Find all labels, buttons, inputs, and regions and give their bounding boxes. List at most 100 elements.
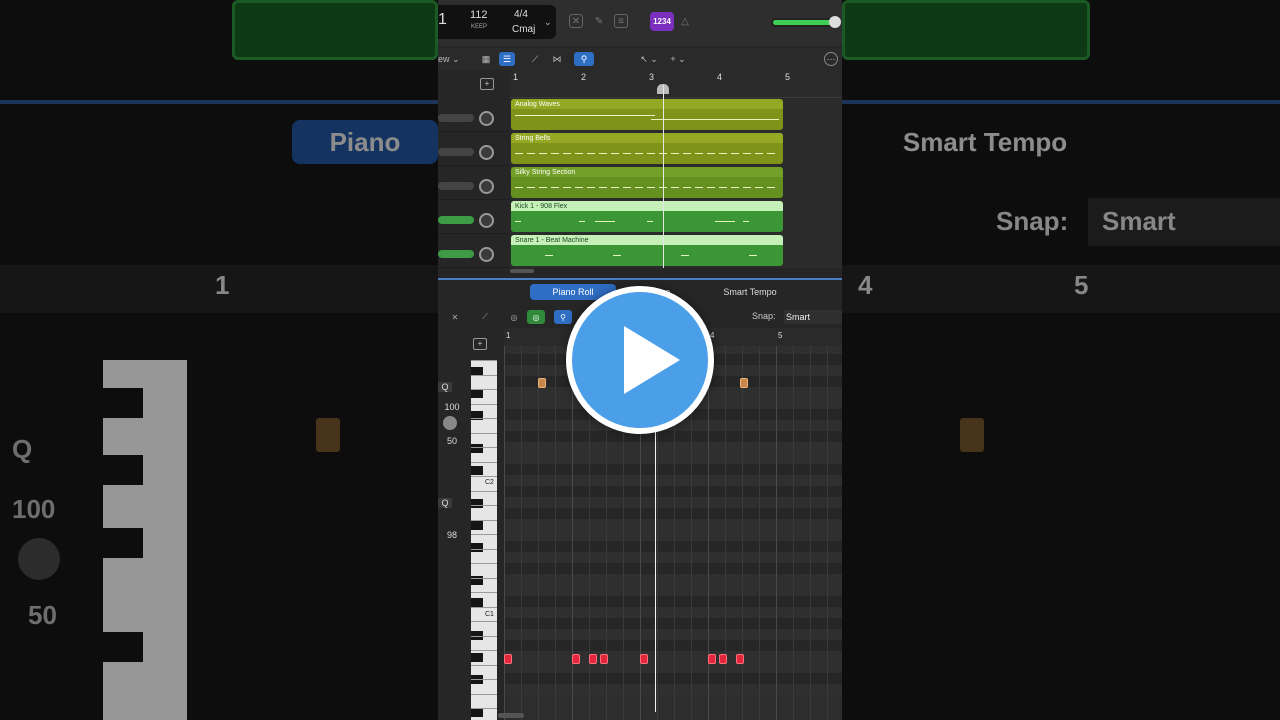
region-kick[interactable]: Kick 1 - 908 Flex: [511, 201, 783, 232]
region-string-bells[interactable]: String Bells: [511, 133, 783, 164]
smart-controls-icon[interactable]: ✕: [569, 14, 583, 28]
secondary-tool-icon[interactable]: + ⌄: [666, 52, 690, 66]
region-snare[interactable]: Snare 1 - Beat Machine: [511, 235, 783, 266]
pan-knob[interactable]: [479, 179, 494, 194]
editor-divider[interactable]: [438, 278, 842, 280]
midi-note[interactable]: [640, 654, 648, 664]
midi-out-icon[interactable]: ◎: [527, 310, 545, 324]
ruler-bar-4: 4: [717, 72, 723, 82]
master-volume-slider[interactable]: [771, 16, 841, 28]
tab-smart-tempo[interactable]: Smart Tempo: [710, 284, 790, 300]
pointer-tool-icon[interactable]: ↖ ⌄: [638, 52, 660, 66]
midi-note[interactable]: [708, 654, 716, 664]
collapse-icon[interactable]: ✕: [446, 310, 464, 324]
tracks-scrollbar[interactable]: [510, 269, 534, 273]
lcd-key: Cmaj: [512, 24, 536, 35]
midi-note[interactable]: [572, 654, 580, 664]
track-header[interactable]: [438, 98, 510, 132]
chevron-down-icon[interactable]: ⌄: [544, 17, 552, 28]
white-key-divider: [471, 664, 497, 666]
ruler-bar-5: 5: [785, 72, 791, 82]
midi-note[interactable]: [504, 654, 512, 664]
pan-knob[interactable]: [479, 247, 494, 262]
pan-knob[interactable]: [479, 145, 494, 160]
list-editor-icon[interactable]: ≡: [614, 14, 628, 28]
playhead[interactable]: [663, 85, 664, 268]
ruler-bar-1: 1: [513, 72, 519, 82]
volume-fader[interactable]: [438, 114, 474, 122]
region-hit: [613, 255, 621, 256]
midi-note[interactable]: [736, 654, 744, 664]
black-key[interactable]: [471, 521, 483, 530]
add-track-icon[interactable]: +: [480, 78, 494, 90]
region-label: Kick 1 - 908 Flex: [515, 203, 568, 210]
grid-view-icon[interactable]: ▦: [478, 52, 494, 66]
flex-icon[interactable]: ⋈: [549, 52, 565, 66]
count-in-button[interactable]: 1234: [650, 12, 674, 31]
slider-knob[interactable]: [829, 16, 841, 28]
lcd-position: 1: [438, 11, 447, 28]
midi-note[interactable]: [538, 378, 546, 388]
grid-beat-line: [538, 346, 539, 720]
metronome-icon[interactable]: △: [678, 14, 692, 28]
catch-playhead-icon[interactable]: ⚲: [574, 52, 594, 66]
black-key[interactable]: [471, 389, 483, 398]
automation-icon[interactable]: ⟋: [527, 52, 543, 66]
velocity-knob[interactable]: [443, 416, 457, 430]
view-menu-label: ew: [438, 54, 450, 64]
add-track-icon[interactable]: +: [473, 338, 487, 350]
snap-dropdown[interactable]: Smart: [784, 310, 842, 324]
region-silky-string-section[interactable]: Silky String Section: [511, 167, 783, 198]
key-label: C1: [485, 611, 494, 618]
view-menu[interactable]: ew ⌄: [438, 52, 468, 66]
region-label: Analog Waves: [515, 101, 560, 108]
volume-fader[interactable]: [438, 148, 474, 156]
pan-knob[interactable]: [479, 213, 494, 228]
midi-note[interactable]: [589, 654, 597, 664]
midi-note[interactable]: [740, 378, 748, 388]
grid-beat-line: [759, 346, 760, 720]
track-header[interactable]: [438, 234, 510, 268]
white-key-divider: [471, 476, 497, 477]
play-video-button[interactable]: [566, 286, 714, 434]
region-hit: [749, 255, 757, 256]
region-header: [511, 133, 783, 143]
white-key-divider: [471, 374, 497, 376]
quantize-button-2[interactable]: Q: [438, 498, 452, 508]
volume-fader[interactable]: [438, 216, 474, 224]
black-key[interactable]: [471, 653, 483, 662]
piano-keyboard[interactable]: C2 C1: [471, 360, 497, 720]
track-header[interactable]: [438, 132, 510, 166]
more-options-icon[interactable]: ⋯: [824, 52, 838, 66]
volume-fader[interactable]: [438, 182, 474, 190]
automation-icon[interactable]: ⟋: [476, 310, 494, 324]
lcd-tempo: 112: [470, 9, 488, 21]
black-key[interactable]: [471, 708, 483, 717]
piano-roll-inspector: Q 100 50 Q 98: [438, 346, 470, 720]
black-key[interactable]: [471, 543, 483, 552]
volume-fader[interactable]: [438, 250, 474, 258]
black-key[interactable]: [471, 444, 483, 453]
tracks-area[interactable]: Analog Waves String Bells Silky String S…: [510, 98, 842, 273]
region-analog-waves[interactable]: Analog Waves: [511, 99, 783, 130]
editor-scrollbar[interactable]: [498, 713, 524, 718]
track-header[interactable]: [438, 166, 510, 200]
white-key-divider: [471, 505, 497, 506]
quantize-button[interactable]: Q: [438, 382, 452, 392]
region-hit: [579, 221, 585, 222]
white-key-divider: [471, 650, 497, 651]
white-key-divider: [471, 534, 497, 535]
pencil-icon[interactable]: ✎: [592, 14, 606, 28]
pan-knob[interactable]: [479, 111, 494, 126]
catch-playhead-icon[interactable]: ⚲: [554, 310, 572, 324]
midi-in-icon[interactable]: ◎: [505, 310, 523, 324]
midi-note[interactable]: [600, 654, 608, 664]
midi-note[interactable]: [719, 654, 727, 664]
region-hit: [681, 255, 689, 256]
lcd-display[interactable]: 1 112 KEEP 4/4 Cmaj ⌄: [438, 5, 556, 39]
list-view-icon[interactable]: ☰: [499, 52, 515, 66]
black-key[interactable]: [471, 466, 483, 475]
track-header[interactable]: [438, 200, 510, 234]
tracks-ruler[interactable]: 1 2 3 4 5: [510, 70, 842, 98]
black-key[interactable]: [471, 499, 483, 508]
